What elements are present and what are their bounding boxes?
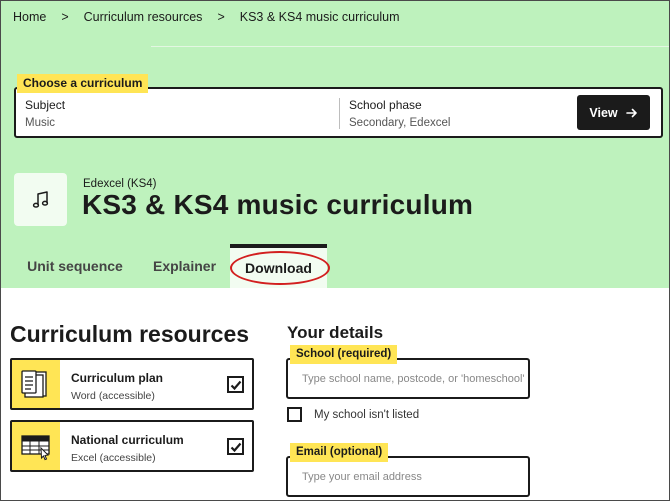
checkmark-icon (230, 442, 241, 452)
resource-name: Curriculum plan (71, 371, 164, 385)
school-phase-label: School phase (349, 98, 422, 112)
resource-card-curriculum-plan[interactable]: Curriculum plan Word (accessible) (10, 358, 254, 410)
resource-thumbnail (12, 360, 60, 408)
resource-checkbox-curriculum-plan[interactable] (227, 376, 244, 393)
school-not-listed-checkbox[interactable] (287, 407, 302, 422)
resource-format: Excel (accessible) (71, 452, 156, 464)
school-not-listed-label: My school isn't listed (314, 408, 420, 421)
school-phase-value: Secondary, Edexcel (349, 117, 451, 129)
your-details-heading: Your details (287, 323, 384, 342)
page-title: KS3 & KS4 music curriculum (82, 189, 474, 220)
resource-name: National curriculum (71, 433, 184, 447)
curriculum-plan-icon (21, 370, 47, 398)
tab-unit-sequence[interactable]: Unit sequence (11, 244, 139, 288)
music-note-icon (32, 190, 48, 208)
resource-card-national-curriculum[interactable]: National curriculum Excel (accessible) (10, 420, 254, 472)
tab-explainer[interactable]: Explainer (139, 244, 230, 288)
subject-value: Music (25, 117, 56, 129)
breadcrumb-separator: > (217, 10, 225, 24)
subject-label: Subject (25, 98, 66, 112)
page: Home > Curriculum resources > KS3 & KS4 … (0, 0, 670, 501)
view-button-label: View (589, 105, 618, 120)
email-input[interactable]: Type your email address (286, 456, 530, 497)
checkmark-icon (230, 380, 241, 390)
view-button[interactable]: View (577, 95, 650, 130)
tab-bar: Unit sequence Explainer Download (1, 244, 669, 288)
school-input[interactable]: Type school name, postcode, or 'homescho… (286, 358, 530, 399)
breadcrumb-separator: > (61, 10, 69, 24)
breadcrumb-current-page: KS3 & KS4 music curriculum (239, 10, 400, 24)
picker-label: Choose a curriculum (17, 74, 149, 93)
spreadsheet-icon (21, 435, 50, 461)
tab-download[interactable]: Download (230, 244, 327, 288)
resource-checkbox-national-curriculum[interactable] (227, 438, 244, 455)
subject-field[interactable]: Subject Music (25, 98, 65, 129)
breadcrumb: Home > Curriculum resources > KS3 & KS4 … (13, 10, 400, 24)
breadcrumb-home[interactable]: Home (13, 10, 46, 24)
school-phase-field[interactable]: School phase Secondary, Edexcel (349, 98, 450, 129)
school-field-label: School (required) (290, 345, 398, 364)
picker-separator (339, 98, 340, 129)
breadcrumb-curriculum-resources[interactable]: Curriculum resources (84, 10, 203, 24)
school-not-listed-option[interactable]: My school isn't listed (287, 407, 419, 422)
email-field-label: Email (optional) (290, 443, 389, 462)
subject-icon-tile (14, 173, 67, 226)
arrow-right-icon (625, 108, 637, 117)
curriculum-picker: Subject Music School phase Secondary, Ed… (14, 87, 663, 138)
header-divider (151, 46, 669, 47)
resource-thumbnail (12, 422, 60, 470)
resources-heading: Curriculum resources (10, 321, 250, 347)
resource-format: Word (accessible) (71, 390, 155, 402)
